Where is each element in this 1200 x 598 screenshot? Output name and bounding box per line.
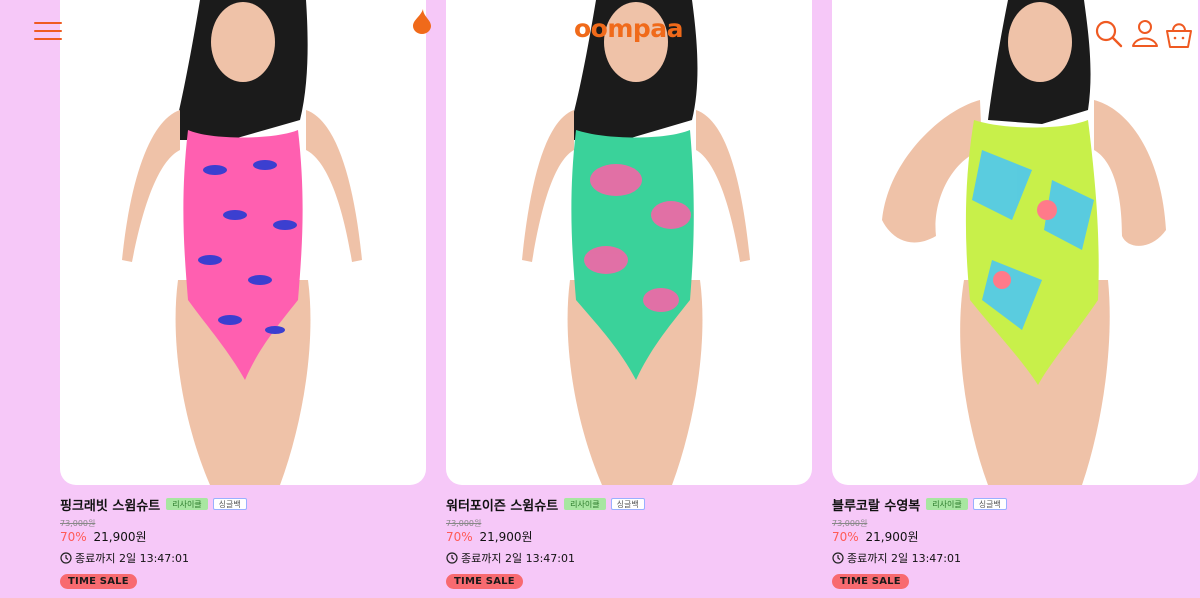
time-sale-badge[interactable]: TIME SALE <box>832 574 909 589</box>
product-card[interactable]: 워터포이즌 스윔슈트 리사이클 싱글백 73,000원 70% 21,900원 … <box>446 0 812 589</box>
product-name[interactable]: 워터포이즌 스윔슈트 <box>446 495 558 514</box>
time-sale-badge[interactable]: TIME SALE <box>60 574 137 589</box>
tag-recycle: 리사이클 <box>926 498 968 510</box>
user-icon[interactable] <box>1130 18 1160 50</box>
countdown-timer: 종료까지 2일 13:47:01 <box>75 552 189 565</box>
menu-icon[interactable] <box>34 22 62 44</box>
countdown-timer: 종료까지 2일 13:47:01 <box>847 552 961 565</box>
product-name[interactable]: 블루코랄 수영복 <box>832 495 920 514</box>
clock-icon <box>832 552 844 564</box>
basket-icon[interactable] <box>1164 18 1194 50</box>
clock-icon <box>60 552 72 564</box>
tag-recycle: 리사이클 <box>166 498 208 510</box>
original-price: 73,000원 <box>446 519 482 528</box>
countdown-timer: 종료까지 2일 13:47:01 <box>461 552 575 565</box>
header: oompaa <box>0 0 1200 66</box>
original-price: 73,000원 <box>60 519 96 528</box>
discount-rate: 70% <box>446 530 473 544</box>
time-sale-badge[interactable]: TIME SALE <box>446 574 523 589</box>
product-card[interactable]: 블루코랄 수영복 리사이클 싱글백 73,000원 70% 21,900원 종료… <box>832 0 1198 589</box>
product-image[interactable] <box>446 0 812 485</box>
product-image[interactable] <box>60 0 426 485</box>
sale-price: 21,900원 <box>479 530 533 544</box>
clock-icon <box>446 552 458 564</box>
product-image[interactable] <box>832 0 1198 485</box>
search-icon[interactable] <box>1094 18 1124 50</box>
tag-recycle: 리사이클 <box>564 498 606 510</box>
sale-price: 21,900원 <box>865 530 919 544</box>
product-name[interactable]: 핑크래빗 스윔슈트 <box>60 495 160 514</box>
product-card[interactable]: 핑크래빗 스윔슈트 리사이클 싱글백 73,000원 70% 21,900원 종… <box>60 0 426 589</box>
discount-rate: 70% <box>832 530 859 544</box>
tag-single-back: 싱글백 <box>972 498 1007 510</box>
original-price: 73,000원 <box>832 519 868 528</box>
discount-rate: 70% <box>60 530 87 544</box>
logo[interactable]: oompaa <box>574 14 684 43</box>
sale-price: 21,900원 <box>93 530 147 544</box>
tag-single-back: 싱글백 <box>212 498 247 510</box>
droplet-icon <box>413 9 431 34</box>
tag-single-back: 싱글백 <box>610 498 645 510</box>
